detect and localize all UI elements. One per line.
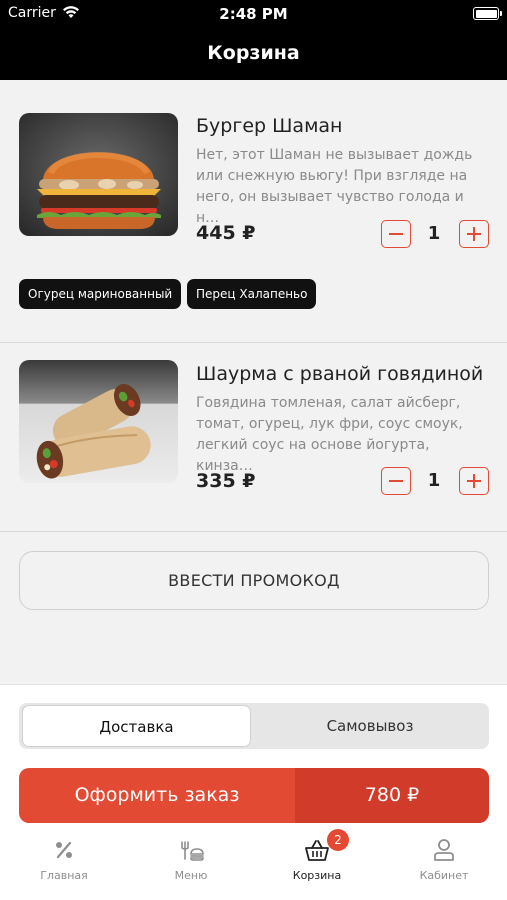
menu-food-icon [178, 837, 204, 863]
status-bar: Carrier 2:48 PM [0, 0, 507, 28]
minus-icon [389, 480, 403, 482]
item-title: Бургер Шаман [196, 115, 343, 137]
delivery-method-toggle: Доставка Самовывоз [19, 703, 489, 749]
option-tag: Перец Халапеньо [187, 279, 317, 309]
burger-photo[interactable] [19, 113, 178, 236]
tab-home[interactable]: Главная [1, 833, 127, 900]
item-title: Шаурма с рваной говядиной [196, 363, 484, 385]
navigation-bar: Корзина [0, 28, 507, 80]
minus-icon [389, 233, 403, 235]
cart-item: Бургер Шаман Нет, этот Шаман не вызывает… [0, 80, 507, 343]
delivery-option[interactable]: Доставка [22, 705, 251, 747]
tab-menu[interactable]: Меню [128, 833, 254, 900]
pickup-option[interactable]: Самовывоз [255, 705, 485, 747]
plus-icon [467, 474, 481, 488]
checkout-panel: Доставка Самовывоз Оформить заказ 780 ₽ … [0, 684, 507, 900]
shawarma-photo[interactable] [19, 360, 178, 483]
decrease-quantity-button[interactable] [381, 220, 411, 248]
tab-profile[interactable]: Кабинет [381, 833, 507, 900]
option-tag: Огурец маринованный [19, 279, 182, 309]
tab-label: Меню [174, 869, 208, 882]
cart-count-badge: 2 [327, 829, 349, 851]
status-time: 2:48 PM [219, 5, 288, 23]
item-price: 445 ₽ [196, 222, 256, 244]
place-order-button[interactable]: Оформить заказ 780 ₽ [19, 768, 489, 823]
tab-label: Кабинет [419, 869, 469, 882]
page-title: Корзина [207, 42, 300, 64]
tab-bar: Главная Меню 2 Корзина Кабинет [0, 829, 507, 900]
tab-cart[interactable]: 2 Корзина [254, 829, 380, 900]
quantity-value: 1 [427, 223, 441, 244]
tab-label: Корзина [292, 869, 342, 882]
cart-item: Шаурма с рваной говядиной Говядина томле… [0, 343, 507, 532]
item-price: 335 ₽ [196, 470, 256, 492]
increase-quantity-button[interactable] [459, 220, 489, 248]
percent-icon [51, 837, 77, 863]
tab-label: Главная [40, 869, 88, 882]
promo-code-button[interactable]: ВВЕСТИ ПРОМОКОД [19, 551, 489, 610]
item-description: Говядина томленая, салат айсберг, томат,… [196, 395, 463, 474]
place-order-label: Оформить заказ [19, 768, 295, 823]
item-description: Нет, этот Шаман не вызывает дождь или сн… [196, 147, 473, 226]
increase-quantity-button[interactable] [459, 467, 489, 495]
decrease-quantity-button[interactable] [381, 467, 411, 495]
battery-icon [473, 7, 502, 20]
order-total: 780 ₽ [295, 768, 489, 823]
plus-icon [467, 227, 481, 241]
user-icon [431, 837, 457, 863]
quantity-value: 1 [427, 470, 441, 491]
